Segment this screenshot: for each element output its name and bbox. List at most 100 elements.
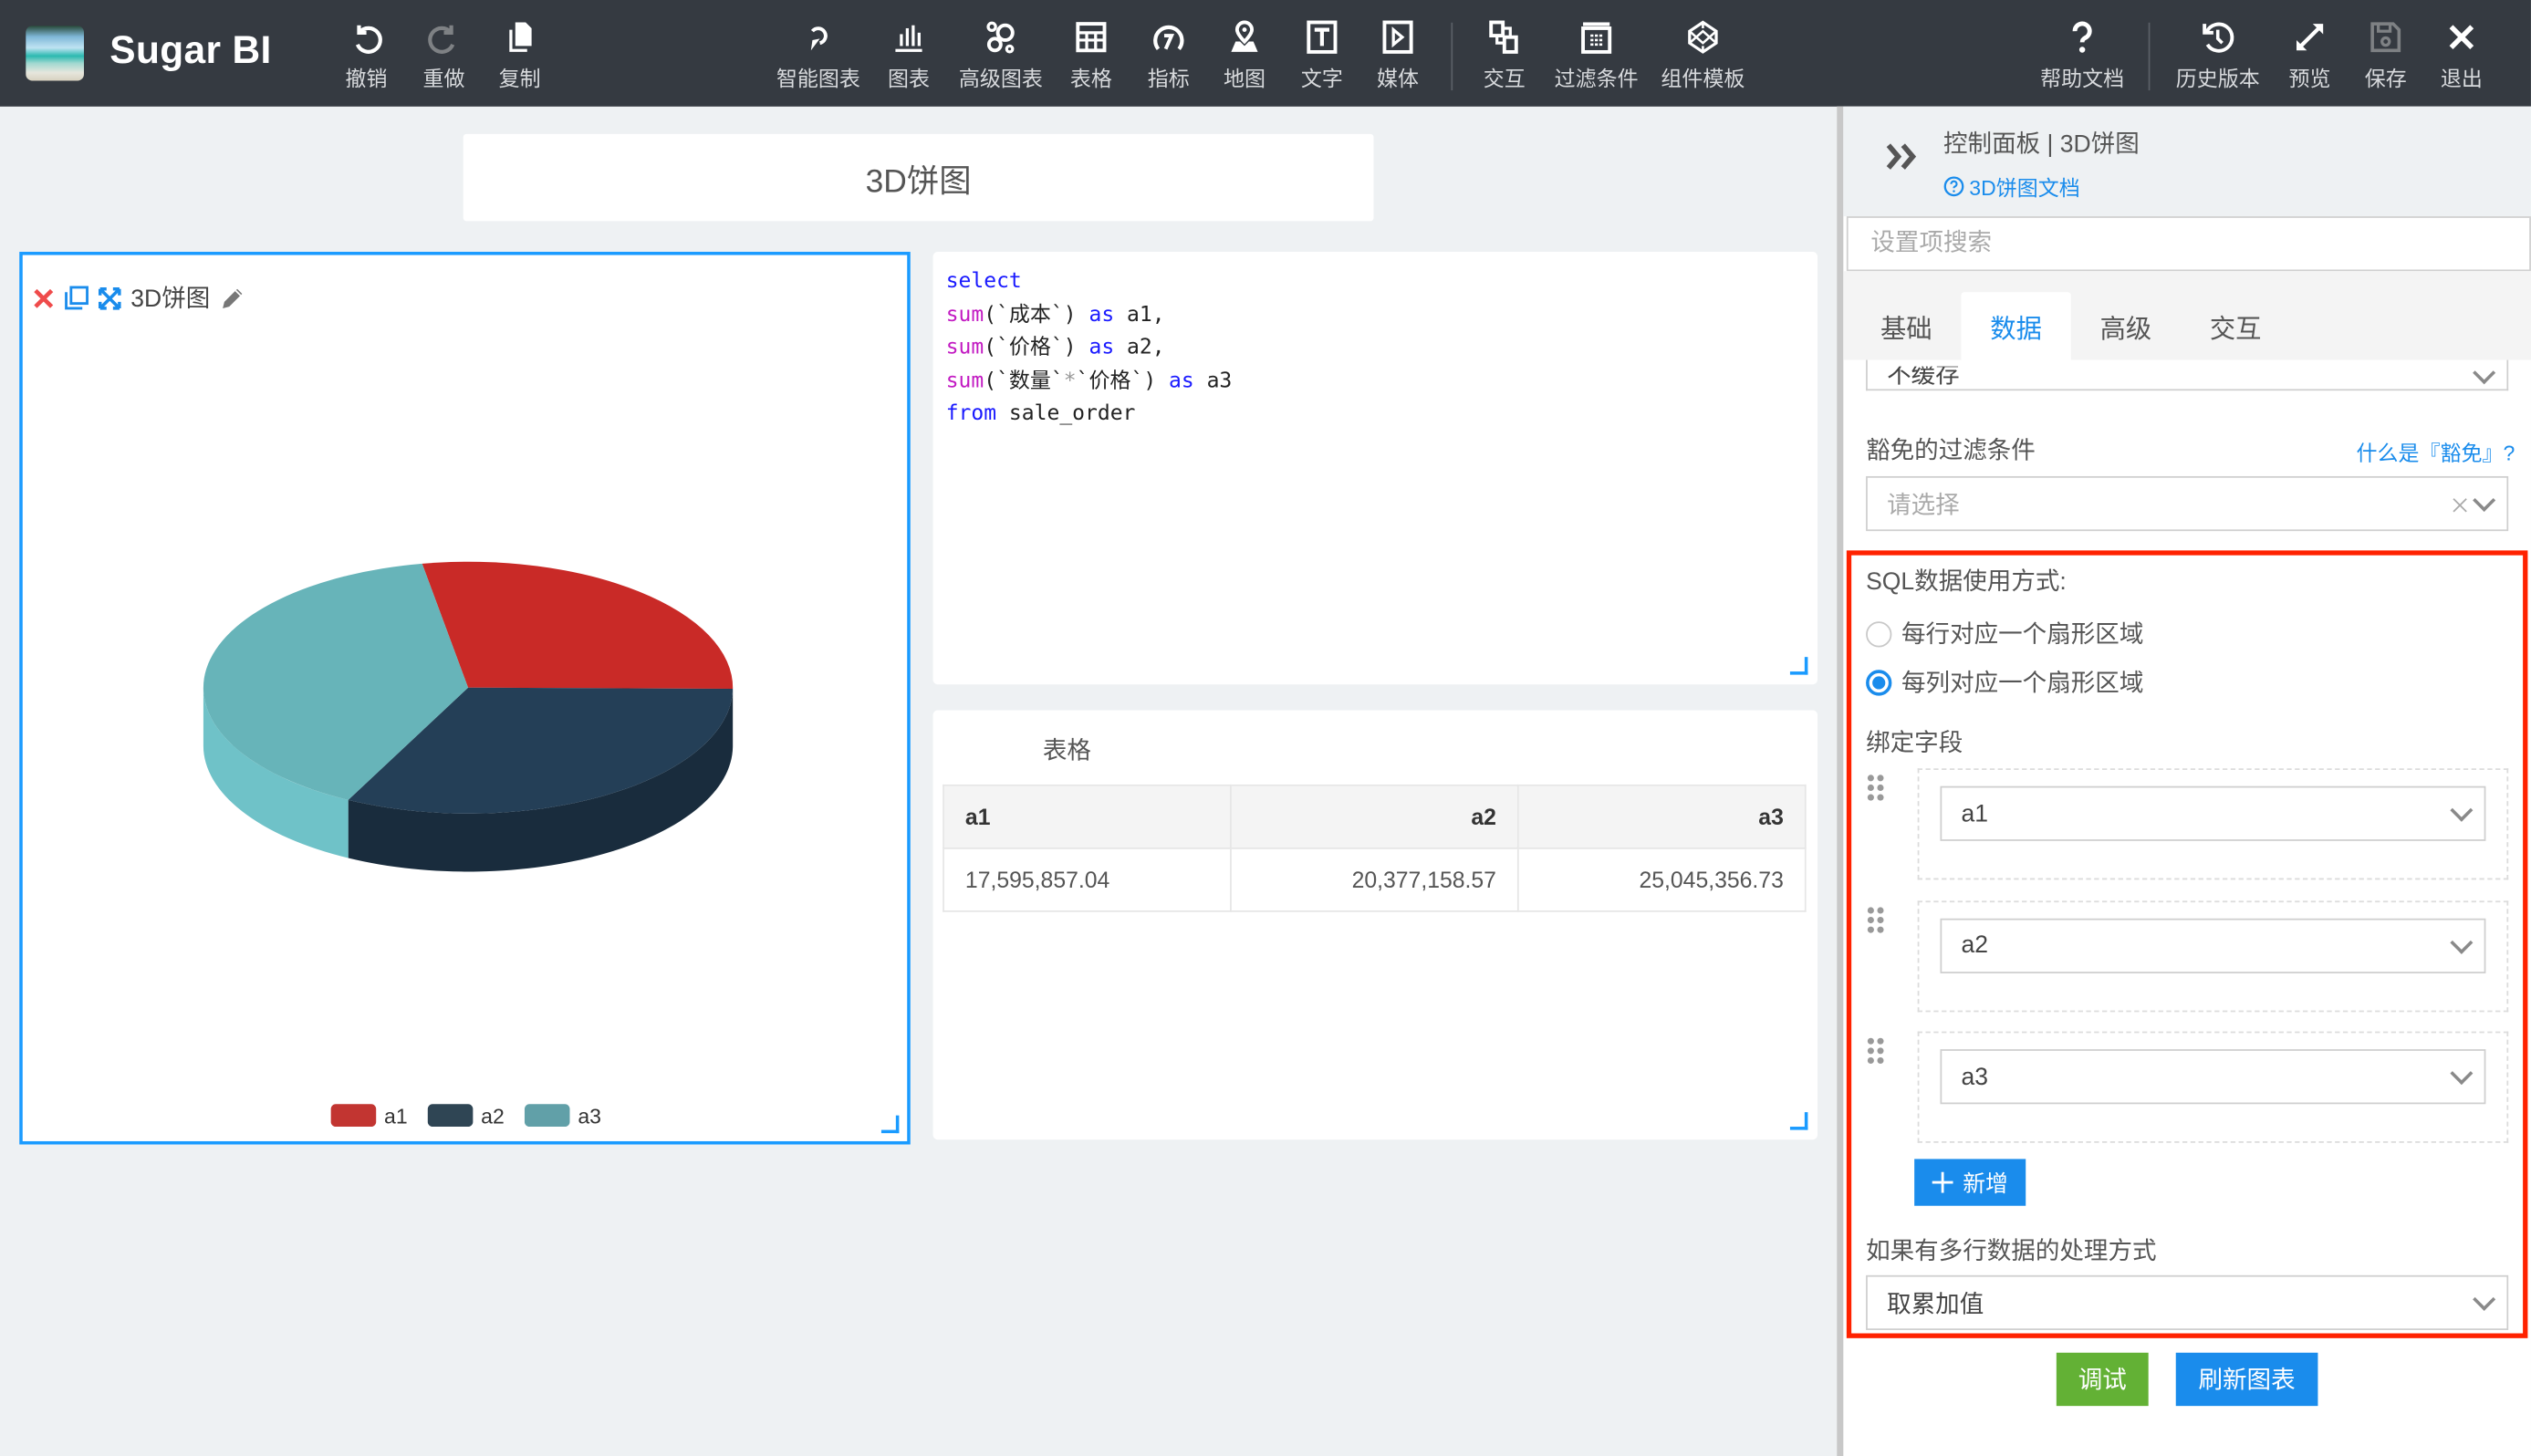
smart-chart-button[interactable]: 智能图表 — [773, 19, 863, 92]
tab-interaction[interactable]: 交互 — [2181, 292, 2290, 359]
drag-handle-icon[interactable] — [1867, 906, 1887, 936]
sql-token: from — [945, 401, 997, 427]
collapse-chevrons-icon[interactable] — [1885, 142, 1921, 172]
sql-usage-label: SQL数据使用方式: — [1866, 567, 2067, 596]
table-cell: 20,377,158.57 — [1230, 847, 1519, 912]
advanced-chart-button[interactable]: 高级图表 — [955, 19, 1046, 92]
column-header[interactable]: a3 — [1516, 784, 1807, 849]
filter-help-link[interactable]: 什么是『豁免』? — [2356, 436, 2515, 467]
save-icon — [2370, 22, 2401, 53]
redo-icon — [428, 25, 455, 54]
cache-select[interactable]: 不缓存 — [1866, 359, 2509, 391]
filter-label: 豁免的过滤条件 — [1866, 437, 2036, 465]
column-header[interactable]: a1 — [943, 784, 1232, 849]
copy-button[interactable]: 复制 — [474, 19, 565, 92]
tab-data[interactable]: 数据 — [1961, 292, 2071, 360]
pie-chart-panel[interactable]: 3D饼图 a1 a2 a3 — [19, 252, 911, 1145]
add-field-label: 新增 — [1963, 1169, 2008, 1196]
help-circle-icon — [1943, 176, 1964, 197]
map-pin-icon — [1231, 20, 1258, 52]
sql-resize-handle[interactable] — [1789, 657, 1808, 675]
legend-swatch-a2[interactable] — [427, 1104, 474, 1128]
table-panel[interactable]: 表格 a1 a2 a3 17,595,857.04 20,377,158.57 … — [932, 710, 1818, 1140]
media-button[interactable]: 媒体 — [1353, 19, 1443, 92]
drag-handle-icon[interactable] — [1867, 1037, 1887, 1067]
radio-circle-selected — [1866, 669, 1892, 695]
undo-icon — [355, 25, 382, 54]
media-play-icon — [1382, 20, 1413, 54]
filter-label: 过滤条件 — [1554, 66, 1639, 91]
indicator-label: 指标 — [1147, 66, 1190, 91]
media-label: 媒体 — [1377, 66, 1420, 91]
drag-handle-icon[interactable] — [1867, 775, 1887, 804]
filter-button[interactable]: 过滤条件 — [1551, 19, 1641, 92]
smart-chart-icon — [810, 26, 828, 51]
template-button[interactable]: 组件模板 — [1658, 19, 1748, 92]
legend-label-a1[interactable]: a1 — [384, 1105, 408, 1128]
data-table: a1 a2 a3 17,595,857.04 20,377,158.57 25,… — [943, 784, 1807, 912]
radio-label: 每列对应一个扇形区域 — [1901, 670, 2144, 698]
bind-fields-label: 绑定字段 — [1866, 729, 1963, 757]
sql-token: sum — [945, 369, 984, 393]
legend-swatch-a1[interactable] — [330, 1104, 377, 1128]
bind-field-select[interactable]: a2 — [1940, 917, 2486, 973]
table-label: 表格 — [1069, 66, 1112, 91]
chart-label: 图表 — [887, 66, 931, 91]
bind-field-value: a2 — [1961, 931, 1988, 960]
doc-link[interactable]: 3D饼图文档 — [1943, 172, 2080, 203]
settings-search-input[interactable]: 设置项搜索 — [1846, 216, 2531, 272]
sql-code[interactable]: select sum(`成本`) as a1, sum(`价格`) as a2, su… — [946, 266, 1233, 432]
refresh-chart-button[interactable]: 刷新图表 — [2175, 1352, 2318, 1407]
undo-label: 撤销 — [345, 66, 388, 91]
debug-button[interactable]: 调试 — [2056, 1352, 2149, 1407]
pie-slice-a1[interactable] — [422, 561, 734, 690]
text-label: 文字 — [1300, 66, 1343, 91]
cache-select-value: 不缓存 — [1887, 366, 1960, 386]
sql-token: a2, — [1114, 336, 1165, 360]
chevron-down-icon — [2473, 361, 2496, 385]
text-icon — [1307, 20, 1338, 54]
multi-row-select[interactable]: 取累加值 — [1866, 1274, 2509, 1330]
resize-handle[interactable] — [880, 1115, 900, 1134]
expand-icon — [2296, 24, 2324, 51]
chevron-down-icon — [2473, 489, 2496, 513]
add-field-button[interactable]: 新增 — [1914, 1159, 2026, 1206]
gauge-icon — [1153, 25, 1184, 50]
toolbar-divider-right — [2148, 22, 2151, 91]
toolbar-divider — [1451, 22, 1453, 91]
tab-basic[interactable]: 基础 — [1851, 292, 1961, 359]
clear-icon[interactable] — [2452, 497, 2468, 514]
bind-field-select[interactable]: a1 — [1940, 785, 2486, 841]
exit-button[interactable]: 退出 — [2416, 19, 2506, 92]
table-header-row: a1 a2 a3 — [943, 784, 1807, 849]
sql-token: sale_order — [996, 401, 1136, 427]
table-icon — [1076, 22, 1107, 53]
chart-button[interactable]: 图表 — [863, 19, 953, 92]
bind-field-value: a3 — [1961, 1063, 1988, 1091]
help-button[interactable]: 帮助文档 — [2037, 19, 2128, 92]
preview-label: 预览 — [2288, 66, 2331, 91]
legend-swatch-a3[interactable] — [524, 1104, 570, 1128]
map-label: 地图 — [1223, 66, 1266, 91]
history-label: 历史版本 — [2175, 66, 2260, 91]
exit-label: 退出 — [2440, 66, 2483, 91]
bind-field-select[interactable]: a3 — [1940, 1049, 2486, 1105]
tab-advanced[interactable]: 高级 — [2071, 292, 2181, 359]
interaction-button[interactable]: 交互 — [1459, 19, 1549, 92]
close-icon — [2449, 25, 2474, 49]
sql-token: `价格`) — [1076, 369, 1170, 393]
legend-label-a3[interactable]: a3 — [578, 1105, 601, 1128]
sql-panel[interactable]: select sum(`成本`) as a1, sum(`价格`) as a2, su… — [932, 252, 1818, 685]
radio-per-row[interactable]: 每行对应一个扇形区域 — [1866, 617, 2143, 650]
sql-token: (`数量` — [984, 369, 1064, 393]
table-resize-handle[interactable] — [1789, 1112, 1808, 1130]
radio-per-column[interactable]: 每列对应一个扇形区域 — [1866, 665, 2143, 699]
legend-label-a2[interactable]: a2 — [481, 1105, 505, 1128]
sql-token: as — [1088, 302, 1115, 328]
sql-line: select — [946, 266, 1233, 299]
interaction-icon — [1489, 20, 1518, 54]
column-header[interactable]: a2 — [1230, 784, 1519, 849]
dashboard-title[interactable]: 3D饼图 — [463, 133, 1374, 222]
filter-select[interactable]: 请选择 — [1866, 475, 2509, 532]
history-button[interactable]: 历史版本 — [2172, 19, 2263, 92]
